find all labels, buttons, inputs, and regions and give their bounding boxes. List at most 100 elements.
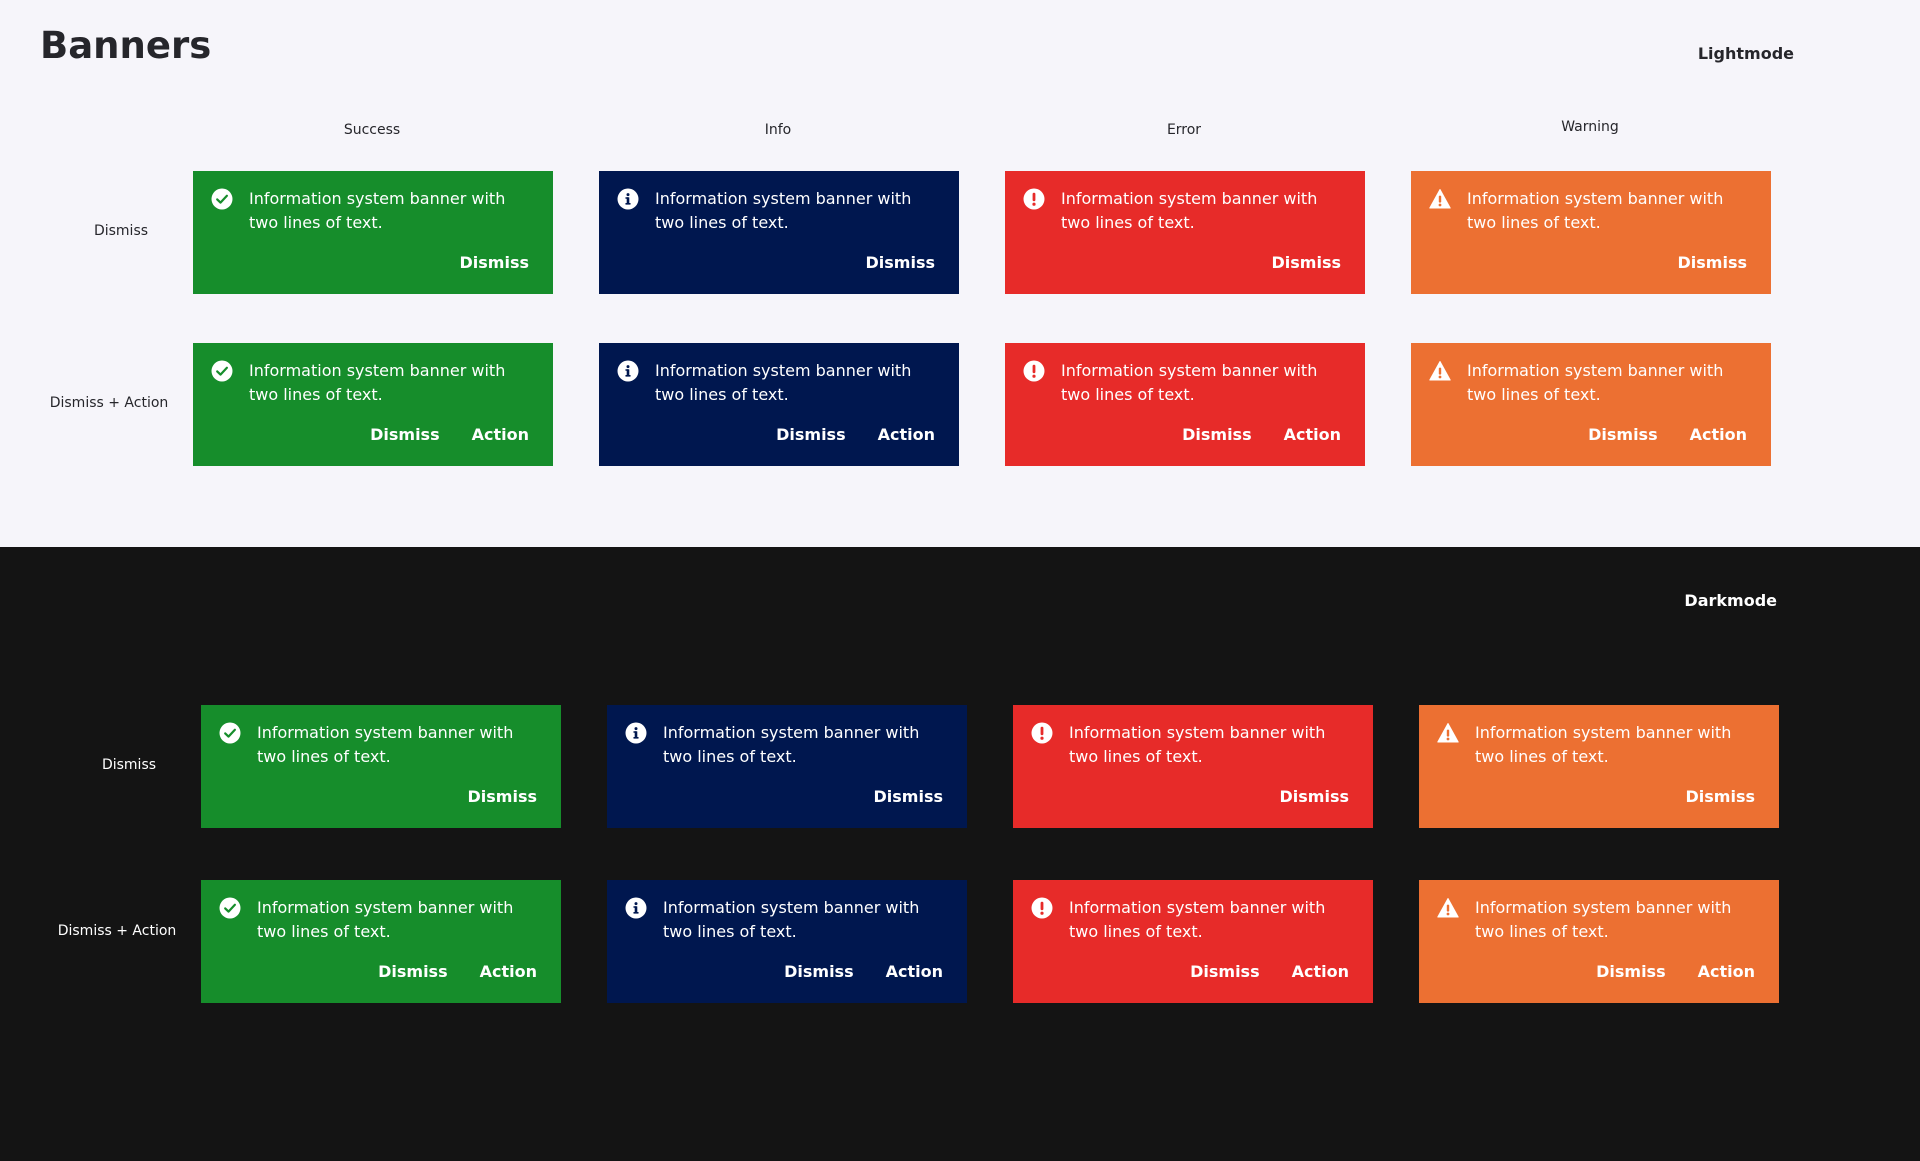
info-circle-icon — [617, 188, 639, 210]
banner-message: Information system banner with two lines… — [1069, 898, 1326, 941]
column-label-warning: Warning — [1561, 119, 1619, 135]
banner-actions: Dismiss Action — [370, 425, 529, 444]
action-button[interactable]: Action — [878, 425, 935, 444]
info-banner: Information system banner with two lines… — [599, 343, 959, 466]
banner-message: Information system banner with two lines… — [1061, 361, 1318, 404]
banner-message: Information system banner with two lines… — [257, 723, 514, 766]
action-button[interactable]: Action — [1292, 962, 1349, 981]
dismiss-button[interactable]: Dismiss — [460, 253, 530, 272]
column-label-success: Success — [343, 122, 401, 138]
darkmode-section: Darkmode Dismiss Dismiss + Action Inform… — [0, 547, 1920, 1161]
banner-actions: Dismiss — [460, 253, 530, 272]
dismiss-button[interactable]: Dismiss — [468, 787, 538, 806]
banner-message: Information system banner with two lines… — [257, 898, 514, 941]
row-label-dismiss-action: Dismiss + Action — [57, 923, 177, 939]
warning-triangle-icon — [1429, 360, 1451, 382]
dismiss-button[interactable]: Dismiss — [370, 425, 440, 444]
warning-banner: Information system banner with two lines… — [1411, 171, 1771, 294]
dismiss-button[interactable]: Dismiss — [776, 425, 846, 444]
action-button[interactable]: Action — [1698, 962, 1755, 981]
action-button[interactable]: Action — [472, 425, 529, 444]
banner-message: Information system banner with two lines… — [655, 189, 912, 232]
banner-actions: Dismiss Action — [378, 962, 537, 981]
banner-message: Information system banner with two lines… — [655, 361, 912, 404]
error-banner: Information system banner with two lines… — [1013, 880, 1373, 1003]
banner-actions: Dismiss — [1280, 787, 1350, 806]
action-button[interactable]: Action — [886, 962, 943, 981]
exclamation-circle-icon — [1031, 722, 1053, 744]
info-banner: Information system banner with two lines… — [599, 171, 959, 294]
banner-message: Information system banner with two lines… — [1467, 361, 1724, 404]
info-circle-icon — [625, 897, 647, 919]
column-label-info: Info — [764, 122, 792, 138]
dismiss-button[interactable]: Dismiss — [866, 253, 936, 272]
banner-actions: Dismiss Action — [1190, 962, 1349, 981]
warning-banner: Information system banner with two lines… — [1411, 343, 1771, 466]
action-button[interactable]: Action — [1284, 425, 1341, 444]
dismiss-button[interactable]: Dismiss — [1280, 787, 1350, 806]
warning-triangle-icon — [1437, 722, 1459, 744]
warning-triangle-icon — [1429, 188, 1451, 210]
dismiss-button[interactable]: Dismiss — [874, 787, 944, 806]
error-banner: Information system banner with two lines… — [1005, 171, 1365, 294]
lightmode-label: Lightmode — [1697, 44, 1794, 63]
check-circle-icon — [211, 360, 233, 382]
exclamation-circle-icon — [1023, 188, 1045, 210]
dismiss-button[interactable]: Dismiss — [1596, 962, 1666, 981]
banner-actions: Dismiss Action — [784, 962, 943, 981]
banner-message: Information system banner with two lines… — [1475, 898, 1732, 941]
banner-message: Information system banner with two lines… — [1475, 723, 1732, 766]
banner-actions: Dismiss — [1272, 253, 1342, 272]
error-banner: Information system banner with two lines… — [1013, 705, 1373, 828]
banner-message: Information system banner with two lines… — [249, 189, 506, 232]
banner-message: Information system banner with two lines… — [1467, 189, 1724, 232]
banner-actions: Dismiss Action — [1588, 425, 1747, 444]
check-circle-icon — [219, 722, 241, 744]
banner-actions: Dismiss — [1686, 787, 1756, 806]
info-banner: Information system banner with two lines… — [607, 705, 967, 828]
banner-actions: Dismiss — [866, 253, 936, 272]
warning-banner: Information system banner with two lines… — [1419, 705, 1779, 828]
dismiss-button[interactable]: Dismiss — [1272, 253, 1342, 272]
dismiss-button[interactable]: Dismiss — [378, 962, 448, 981]
action-button[interactable]: Action — [480, 962, 537, 981]
dismiss-button[interactable]: Dismiss — [1182, 425, 1252, 444]
lightmode-section: Banners Lightmode Success Info Error War… — [0, 0, 1920, 547]
banner-message: Information system banner with two lines… — [663, 898, 920, 941]
banner-message: Information system banner with two lines… — [1069, 723, 1326, 766]
success-banner: Information system banner with two lines… — [201, 705, 561, 828]
info-circle-icon — [617, 360, 639, 382]
banner-actions: Dismiss — [874, 787, 944, 806]
banner-actions: Dismiss Action — [1182, 425, 1341, 444]
dismiss-button[interactable]: Dismiss — [1190, 962, 1260, 981]
info-banner: Information system banner with two lines… — [607, 880, 967, 1003]
banner-actions: Dismiss Action — [776, 425, 935, 444]
row-label-dismiss: Dismiss — [101, 757, 157, 773]
warning-triangle-icon — [1437, 897, 1459, 919]
banner-actions: Dismiss — [1678, 253, 1748, 272]
row-label-dismiss: Dismiss — [93, 223, 149, 239]
darkmode-label: Darkmode — [1684, 591, 1777, 610]
exclamation-circle-icon — [1031, 897, 1053, 919]
banner-message: Information system banner with two lines… — [663, 723, 920, 766]
dismiss-button[interactable]: Dismiss — [784, 962, 854, 981]
banner-actions: Dismiss Action — [1596, 962, 1755, 981]
dismiss-button[interactable]: Dismiss — [1686, 787, 1756, 806]
dismiss-button[interactable]: Dismiss — [1588, 425, 1658, 444]
success-banner: Information system banner with two lines… — [193, 171, 553, 294]
dismiss-button[interactable]: Dismiss — [1678, 253, 1748, 272]
banner-actions: Dismiss — [468, 787, 538, 806]
check-circle-icon — [211, 188, 233, 210]
success-banner: Information system banner with two lines… — [193, 343, 553, 466]
banner-message: Information system banner with two lines… — [249, 361, 506, 404]
check-circle-icon — [219, 897, 241, 919]
row-label-dismiss-action: Dismiss + Action — [49, 395, 169, 411]
error-banner: Information system banner with two lines… — [1005, 343, 1365, 466]
info-circle-icon — [625, 722, 647, 744]
page-title: Banners — [40, 24, 212, 67]
banner-message: Information system banner with two lines… — [1061, 189, 1318, 232]
action-button[interactable]: Action — [1690, 425, 1747, 444]
exclamation-circle-icon — [1023, 360, 1045, 382]
warning-banner: Information system banner with two lines… — [1419, 880, 1779, 1003]
column-label-error: Error — [1166, 122, 1202, 138]
